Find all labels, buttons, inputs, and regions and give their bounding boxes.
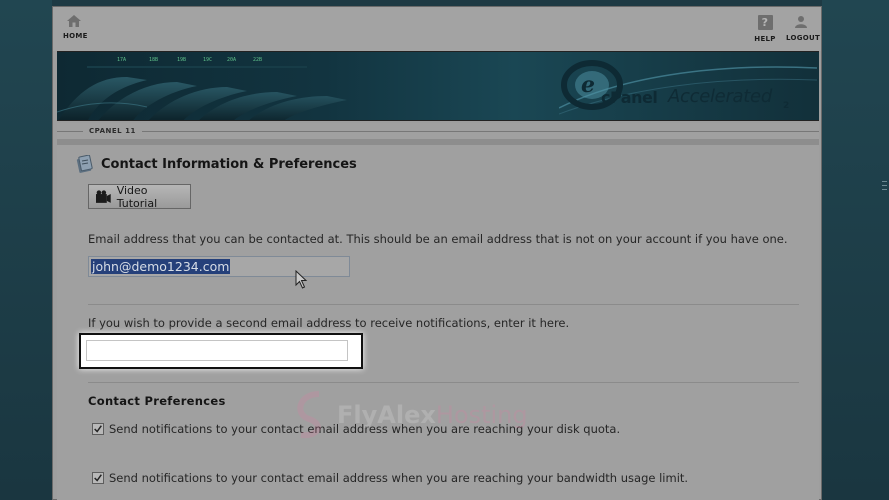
- logout-link[interactable]: LOGOUT: [786, 15, 820, 42]
- help-link[interactable]: ? HELP: [753, 15, 777, 43]
- disk-quota-checkbox[interactable]: [92, 423, 104, 435]
- main-content: Contact Information & Preferences Video …: [57, 145, 819, 500]
- logout-label: LOGOUT: [786, 34, 821, 42]
- second-email-input[interactable]: [86, 340, 348, 361]
- contact-info-icon: [76, 155, 93, 173]
- scrollbar-grip-icon[interactable]: [882, 181, 887, 190]
- cable-label: 19C: [203, 57, 212, 63]
- cable-label: 20A: [227, 57, 236, 63]
- section-divider: [88, 382, 799, 383]
- contact-email-value: john@demo1234.com: [91, 259, 231, 274]
- video-tutorial-button[interactable]: Video Tutorial: [88, 183, 191, 210]
- outer-background-left: [0, 0, 52, 500]
- mouse-pointer-icon: [295, 270, 308, 289]
- home-icon: [67, 15, 81, 27]
- breadcrumb: CPANEL 11: [57, 123, 819, 139]
- video-tutorial-label: Video Tutorial: [116, 183, 158, 210]
- cable-label: 17A: [117, 57, 126, 63]
- brand-accelerated-text: Accelerated: [668, 86, 772, 107]
- page-title: Contact Information & Preferences: [101, 157, 357, 172]
- cable-label: 18B: [149, 57, 158, 63]
- disk-quota-pref: Send notifications to your contact email…: [92, 422, 620, 436]
- bandwidth-checkbox[interactable]: [92, 472, 104, 484]
- second-email-label: If you wish to provide a second email ad…: [88, 316, 570, 330]
- disk-quota-pref-label: Send notifications to your contact email…: [109, 422, 621, 436]
- section-divider: [88, 304, 799, 305]
- home-link[interactable]: HOME: [63, 15, 88, 40]
- brand-cpanel-text: cPanel: [601, 88, 658, 107]
- network-cables-image: 17A 18B 19B 19C 20A 22B: [57, 57, 347, 120]
- top-navigation-bar: HOME ? HELP LOGOUT: [53, 7, 821, 51]
- bandwidth-pref-label: Send notifications to your contact email…: [109, 471, 689, 485]
- brand-version-text: 2: [783, 101, 790, 111]
- breadcrumb-divider: [57, 131, 819, 132]
- breadcrumb-cpanel-link[interactable]: CPANEL 11: [83, 127, 142, 135]
- svg-text:e: e: [581, 72, 595, 98]
- cpanel-page: HOME ? HELP LOGOUT 17A 18B 19B 19C 20A 2…: [52, 6, 822, 500]
- cpanel-banner: 17A 18B 19B 19C 20A 22B e cPanel Acceler…: [57, 51, 819, 121]
- video-camera-icon: [96, 190, 111, 203]
- help-icon: ?: [757, 15, 773, 30]
- contact-email-label: Email address that you can be contacted …: [88, 232, 788, 246]
- home-label: HOME: [63, 32, 88, 40]
- bandwidth-pref: Send notifications to your contact email…: [92, 471, 688, 485]
- help-label: HELP: [754, 35, 776, 43]
- outer-background-right: [822, 0, 889, 500]
- contact-email-input[interactable]: john@demo1234.com: [88, 256, 350, 277]
- contact-preferences-title: Contact Preferences: [88, 394, 226, 408]
- logout-icon: [795, 16, 807, 28]
- cable-label: 22B: [253, 57, 262, 63]
- second-email-highlight: [79, 333, 363, 369]
- cable-label: 19B: [177, 57, 186, 63]
